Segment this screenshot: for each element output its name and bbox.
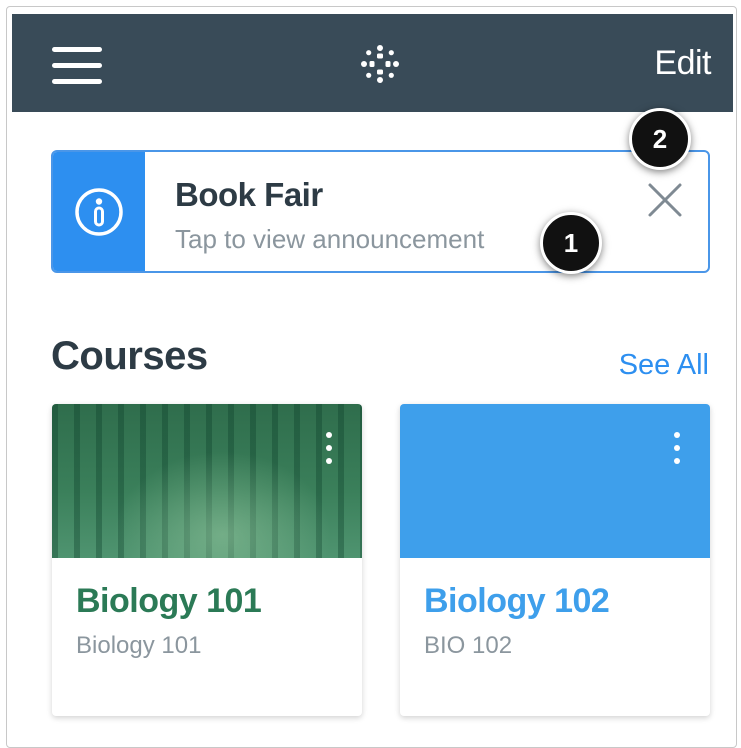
course-card-code: Biology 101 — [76, 632, 202, 659]
info-icon — [75, 188, 123, 236]
more-vertical-icon[interactable] — [672, 432, 682, 464]
course-card-color-block — [400, 404, 710, 558]
course-card-biology-101[interactable]: Biology 101 Biology 101 — [52, 404, 362, 716]
edit-button[interactable]: Edit — [654, 44, 711, 83]
see-all-link[interactable]: See All — [619, 349, 709, 382]
course-card-biology-102[interactable]: Biology 102 BIO 102 — [400, 404, 710, 716]
course-card-code: BIO 102 — [424, 632, 513, 659]
close-icon[interactable] — [645, 180, 685, 220]
callout-marker-2: 2 — [629, 108, 691, 170]
courses-heading: Courses — [51, 334, 208, 378]
announcement-banner[interactable]: Book Fair Tap to view announcement — [51, 150, 710, 273]
course-card-name: Biology 102 — [424, 582, 610, 620]
announcement-title: Book Fair — [175, 176, 323, 213]
announcement-accent-strip — [53, 152, 145, 271]
hamburger-menu-icon[interactable] — [52, 47, 102, 85]
canvas-logo-icon — [361, 45, 399, 83]
announcement-subtitle: Tap to view announcement — [175, 224, 485, 254]
course-card-name: Biology 101 — [76, 582, 262, 620]
course-card-image — [52, 404, 362, 558]
top-nav-bar: Edit — [12, 14, 733, 112]
callout-marker-1: 1 — [540, 212, 602, 274]
more-vertical-icon[interactable] — [324, 432, 334, 464]
